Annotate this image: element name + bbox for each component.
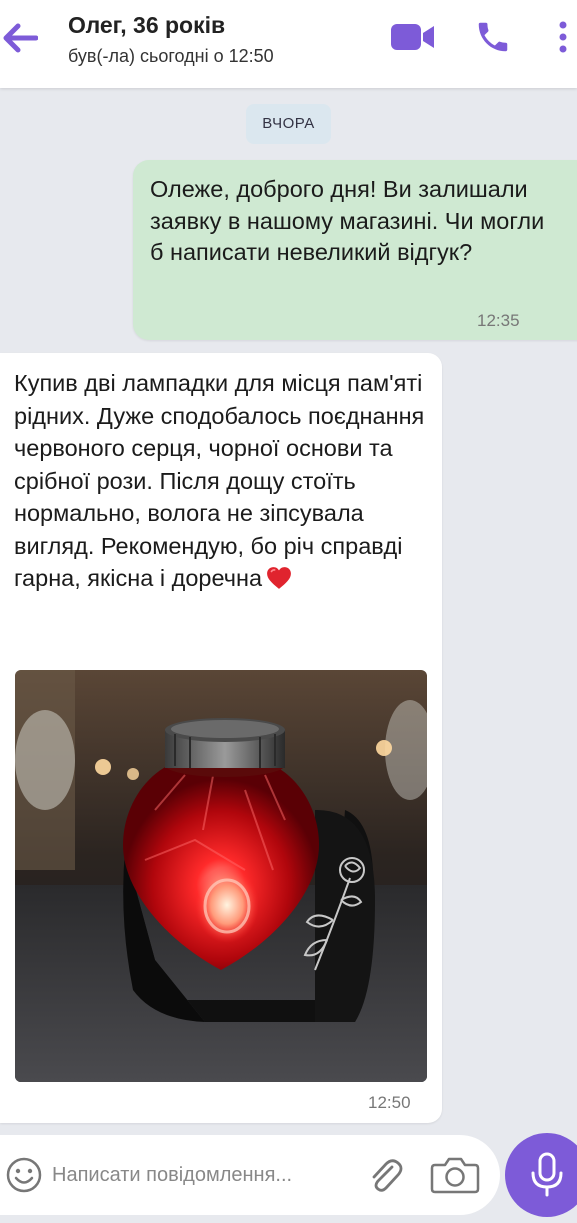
red-heart-icon (267, 567, 291, 589)
photo-attachment[interactable] (15, 670, 427, 1082)
voice-call-button[interactable] (474, 18, 512, 56)
message-input[interactable] (52, 1157, 352, 1193)
message-time: 12:50 (368, 1093, 411, 1112)
message-text-wrap: Купив дві лампадки для місця пам'яті рід… (14, 367, 434, 595)
contact-name[interactable]: Олег, 36 років (68, 12, 225, 39)
smiley-icon (6, 1157, 42, 1193)
video-camera-icon (391, 24, 434, 50)
camera-button[interactable] (430, 1155, 480, 1195)
attach-button[interactable] (362, 1153, 406, 1197)
phone-icon (478, 22, 508, 52)
last-seen-status: був(-ла) сьогодні о 12:50 (68, 46, 274, 66)
video-call-button[interactable] (390, 22, 436, 52)
message-composer (0, 1135, 500, 1215)
message-text: Купив дві лампадки для місця пам'яті рід… (14, 370, 425, 591)
back-button[interactable] (2, 22, 39, 54)
outgoing-message[interactable]: Олеже, доброго дня! Ви залишали заявку в… (133, 160, 577, 340)
chat-header: Олег, 36 років був(-ла) сьогодні о 12:50 (0, 0, 577, 88)
message-time: 12:35 (477, 311, 520, 330)
more-vertical-icon (559, 21, 567, 53)
arrow-left-icon (3, 23, 39, 53)
heart-lamp-photo (15, 670, 427, 1082)
emoji-button[interactable] (4, 1155, 44, 1195)
incoming-message[interactable]: Купив дві лампадки для місця пам'яті рід… (0, 353, 442, 1123)
chat-area[interactable]: ВЧОРА Олеже, доброго дня! Ви залишали за… (0, 88, 577, 1135)
message-text: Олеже, доброго дня! Ви залишали заявку в… (150, 176, 545, 265)
voice-record-button[interactable] (505, 1133, 577, 1217)
paperclip-icon (372, 1159, 403, 1192)
microphone-icon (531, 1152, 563, 1197)
date-separator: ВЧОРА (246, 104, 331, 144)
more-options-button[interactable] (553, 18, 573, 56)
camera-icon (430, 1157, 480, 1194)
